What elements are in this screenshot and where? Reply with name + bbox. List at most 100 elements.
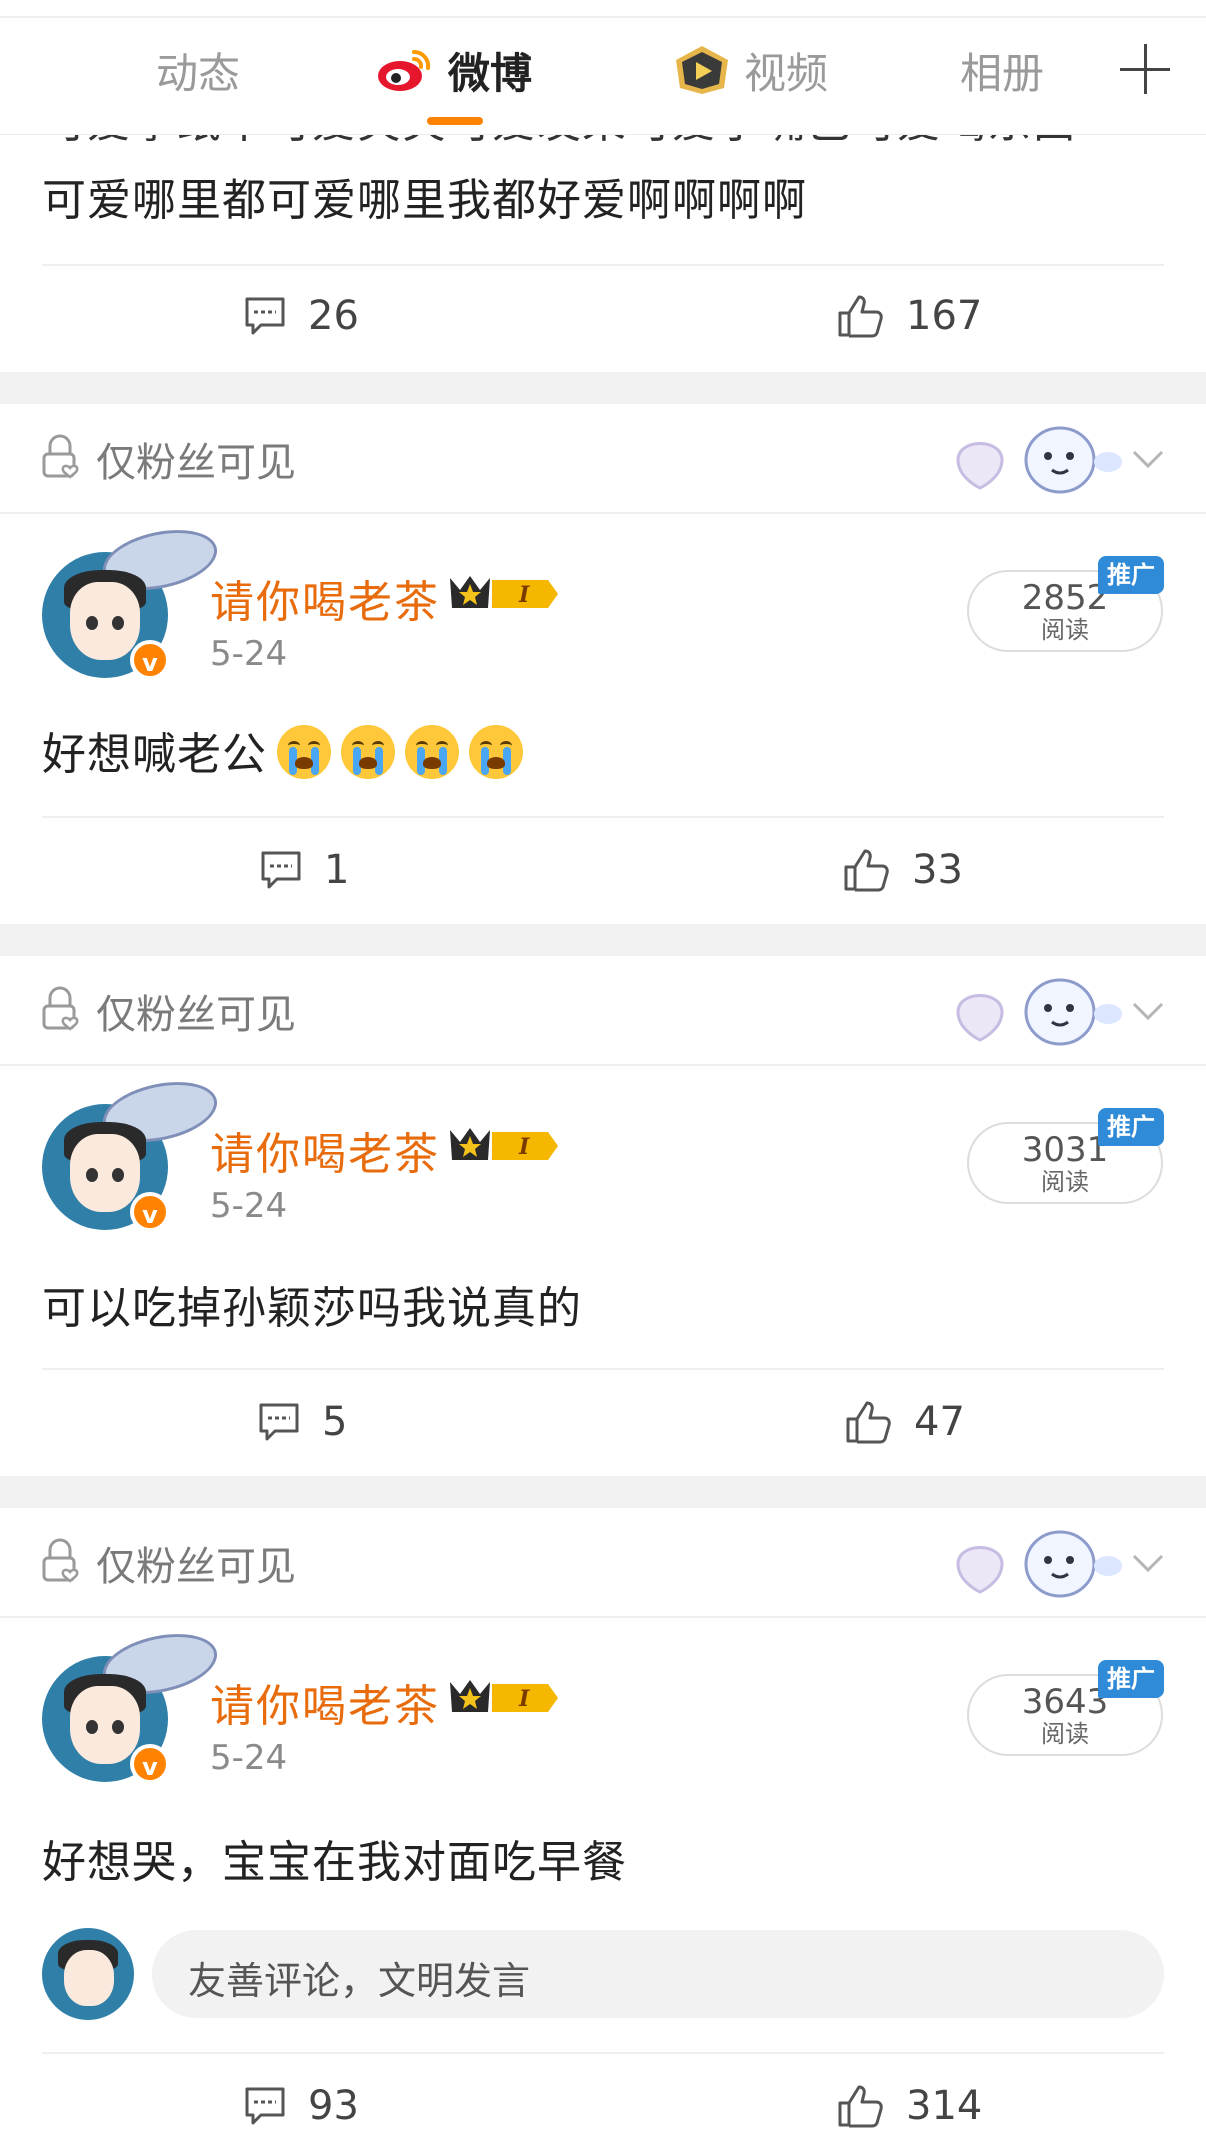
tab-album[interactable]: 相册: [960, 40, 1044, 100]
crown-level-badge-icon: I: [450, 1128, 558, 1160]
avatar-face: [70, 582, 140, 660]
post-date: 5-24: [210, 1186, 288, 1226]
post-text: 好想哭，宝宝在我对面吃早餐: [42, 1837, 627, 1888]
divider: [42, 1368, 1164, 1370]
divider: [42, 264, 1164, 266]
visibility-label: 仅粉丝可见: [96, 440, 296, 486]
tab-label: 动态: [156, 48, 241, 98]
comment-icon: [259, 1403, 299, 1441]
visibility-row: 仅粉丝可见: [0, 1508, 1206, 1618]
mascot-sticker-icon: [956, 978, 1122, 1046]
post-text-partial: 可爱哪里都可爱哪里我都好爱啊啊啊啊: [42, 175, 807, 226]
divider: [42, 2052, 1164, 2054]
comment-button[interactable]: 1: [260, 840, 349, 900]
avatar-eye: [86, 1168, 98, 1182]
chevron-down-icon[interactable]: [1128, 1542, 1168, 1582]
top-tab-bar: 动态 微博 视频 相册: [0, 0, 1206, 135]
lock-heart-icon: [42, 986, 79, 1031]
lock-heart-icon: [42, 1538, 79, 1583]
level-badge-text: I: [518, 1686, 530, 1712]
tab-weibo[interactable]: 微博: [376, 40, 532, 100]
avatar-eye: [112, 616, 124, 630]
avatar-eye: [86, 616, 98, 630]
thumbs-up-icon: [846, 1401, 891, 1444]
read-label: 阅读: [1041, 1168, 1089, 1196]
post-text: 可以吃掉孙颖莎吗我说真的: [42, 1283, 582, 1334]
comment-count: 26: [308, 293, 359, 339]
my-avatar[interactable]: [42, 1928, 134, 2020]
mascot-sticker-icon: [956, 426, 1122, 494]
chevron-down-icon[interactable]: [1128, 438, 1168, 478]
verified-badge-icon: v: [130, 1192, 170, 1232]
promo-tag[interactable]: 推广: [1098, 1660, 1164, 1698]
crown-level-badge-icon: I: [450, 1680, 558, 1712]
avatar[interactable]: v: [42, 520, 223, 680]
visibility-label: 仅粉丝可见: [96, 1544, 296, 1590]
avatar-eye: [112, 1720, 124, 1734]
section-gap: [0, 372, 1206, 404]
section-gap: [0, 924, 1206, 956]
comment-button[interactable]: 93: [244, 2076, 359, 2136]
comment-button[interactable]: 26: [244, 286, 359, 346]
username[interactable]: 请你喝老茶: [210, 566, 440, 630]
crying-emoji-icon: [469, 725, 523, 779]
avatar-face: [70, 1686, 140, 1764]
level-badge-text: I: [518, 582, 530, 608]
crying-emoji-icon: [277, 725, 331, 779]
verified-badge-icon: v: [130, 1744, 170, 1784]
like-button[interactable]: 167: [836, 286, 982, 346]
level-badge-text: I: [518, 1134, 530, 1160]
avatar-eye: [112, 1168, 124, 1182]
avatar[interactable]: v: [42, 1072, 223, 1232]
avatar-eye: [86, 1720, 98, 1734]
promo-tag[interactable]: 推广: [1098, 556, 1164, 594]
like-count: 33: [912, 847, 963, 893]
crying-emoji-icon: [405, 725, 459, 779]
section-gap: [0, 1476, 1206, 1508]
like-count: 167: [906, 293, 983, 339]
comment-icon: [261, 851, 301, 889]
comment-icon: [245, 297, 285, 335]
like-button[interactable]: 33: [842, 840, 963, 900]
tab-label: 微博: [448, 48, 533, 98]
avatar-face: [70, 1134, 140, 1212]
read-label: 阅读: [1041, 1720, 1089, 1748]
comment-icon: [245, 2087, 285, 2125]
active-tab-indicator: [427, 117, 483, 125]
visibility-label: 仅粉丝可见: [96, 992, 296, 1038]
post-text-content: 好想喊老公: [42, 729, 267, 780]
crown-level-badge-icon: I: [450, 576, 558, 608]
plus-icon[interactable]: [1120, 44, 1170, 94]
tab-dongtai[interactable]: 动态: [156, 40, 240, 100]
tab-video[interactable]: 视频: [672, 40, 828, 100]
comment-button[interactable]: 5: [258, 1392, 347, 1452]
visibility-row: 仅粉丝可见: [0, 956, 1206, 1066]
promo-tag[interactable]: 推广: [1098, 1108, 1164, 1146]
visibility-row: 仅粉丝可见: [0, 404, 1206, 514]
weibo-logo-icon: [378, 49, 431, 91]
comment-placeholder: 友善评论，文明发言: [188, 1959, 531, 2003]
like-count: 47: [914, 1399, 965, 1445]
comment-count: 5: [322, 1399, 348, 1445]
comment-count: 93: [308, 2083, 359, 2129]
thumbs-up-icon: [838, 295, 883, 338]
username[interactable]: 请你喝老茶: [210, 1118, 440, 1182]
thumbs-up-icon: [838, 2085, 883, 2128]
like-button[interactable]: 314: [836, 2076, 982, 2136]
post-date: 5-24: [210, 634, 288, 674]
tab-label: 相册: [960, 48, 1045, 98]
post-date: 5-24: [210, 1738, 288, 1778]
username[interactable]: 请你喝老茶: [210, 1670, 440, 1734]
like-button[interactable]: 47: [844, 1392, 965, 1452]
thumbs-up-icon: [844, 849, 889, 892]
divider: [42, 816, 1164, 818]
comment-input[interactable]: 友善评论，文明发言: [152, 1930, 1164, 2018]
chevron-down-icon[interactable]: [1128, 990, 1168, 1030]
like-count: 314: [906, 2083, 983, 2129]
avatar[interactable]: v: [42, 1624, 223, 1784]
lock-heart-icon: [42, 434, 79, 479]
comment-count: 1: [324, 847, 350, 893]
read-label: 阅读: [1041, 616, 1089, 644]
top-divider: [0, 16, 1206, 18]
tab-label: 视频: [744, 48, 829, 98]
